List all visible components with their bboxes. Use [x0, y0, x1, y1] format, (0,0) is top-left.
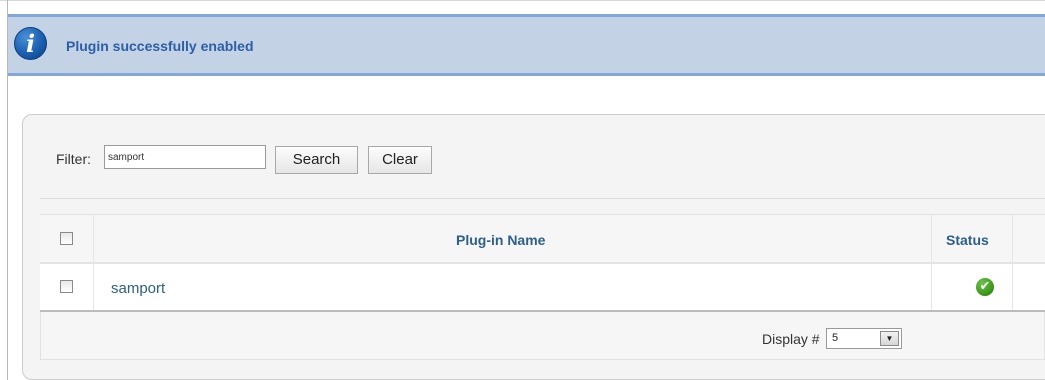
- check-circle-icon[interactable]: ✔: [976, 278, 994, 296]
- display-count-label: Display #: [762, 331, 820, 347]
- plugin-name-link[interactable]: samport: [111, 280, 165, 297]
- display-count-value: 5: [832, 332, 839, 344]
- clear-button[interactable]: Clear: [368, 146, 432, 174]
- column-divider: [931, 215, 932, 310]
- display-count-select[interactable]: 5 ▼: [826, 328, 902, 349]
- column-header-status[interactable]: Status: [946, 232, 989, 248]
- column-header-plugin-name[interactable]: Plug-in Name: [456, 232, 545, 248]
- column-divider: [1012, 215, 1013, 310]
- select-all-checkbox[interactable]: [60, 232, 73, 245]
- footer-separator: [40, 310, 1045, 312]
- table-row[interactable]: [40, 264, 1045, 310]
- chevron-down-icon[interactable]: ▼: [880, 331, 899, 346]
- header-separator: [40, 262, 1045, 264]
- system-message: i Plugin successfully enabled: [8, 14, 1045, 76]
- row-checkbox[interactable]: [60, 280, 73, 293]
- filter-divider: [40, 198, 1045, 199]
- top-divider: [0, 0, 1045, 1]
- info-icon: i: [14, 27, 47, 60]
- column-divider: [93, 215, 94, 310]
- filter-input[interactable]: [104, 145, 266, 169]
- search-button[interactable]: Search: [275, 146, 358, 174]
- message-text: Plugin successfully enabled: [66, 38, 254, 54]
- filter-label: Filter:: [56, 151, 91, 167]
